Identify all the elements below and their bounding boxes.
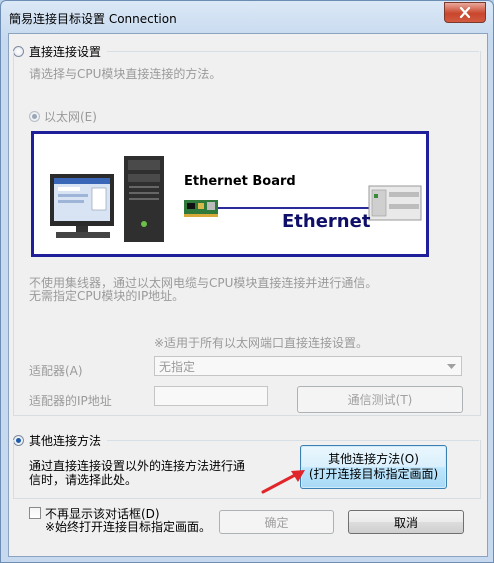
ip-address-field[interactable] <box>154 386 268 406</box>
network-card-icon <box>184 200 218 217</box>
dialog-window: 簡易连接目标设置 Connection 直接连接设置 请选择与CPU模块直接连接… <box>0 0 494 563</box>
dont-show-note: ※始终打开连接目标指定画面。 <box>45 520 212 534</box>
dropdown-arrow-icon <box>447 364 456 369</box>
adapter-select[interactable]: 无指定 <box>154 356 462 376</box>
other-desc-line2: 信时，请选择此处。 <box>29 473 138 487</box>
connection-diagram: Ethernet Board Ethernet <box>31 131 429 257</box>
window-title: 簡易连接目标设置 Connection <box>9 12 177 26</box>
pc-icon <box>50 156 164 242</box>
close-icon <box>459 7 471 18</box>
communication-test-button[interactable]: 通信测试(T) <box>297 386 463 413</box>
ethernet-note: ※适用于所有以太网端口直接连接设置。 <box>154 336 369 350</box>
red-arrow-icon <box>261 470 305 494</box>
adapter-select-value: 无指定 <box>159 359 196 374</box>
ethernet-board-label: Ethernet Board <box>184 174 296 189</box>
plc-icon <box>368 185 422 221</box>
dialog-client: 直接连接设置 请选择与CPU模块直接连接的方法。 以太网(E) Ethernet… <box>8 33 488 557</box>
ok-button-label: 确定 <box>264 515 289 530</box>
ethernet-label: 以太网(E) <box>44 110 97 124</box>
dont-show-checkbox[interactable] <box>29 507 41 519</box>
close-button[interactable] <box>444 2 486 23</box>
ok-button[interactable]: 确定 <box>219 510 334 534</box>
direct-hint: 请选择与CPU模块直接连接的方法。 <box>29 67 222 81</box>
ip-address-label: 适配器的IP地址 <box>29 394 112 408</box>
other-connection-button-line1: 其他连接方法(O) <box>328 452 419 466</box>
ethernet-radio[interactable] <box>29 111 40 122</box>
adapter-label: 适配器(A) <box>29 364 83 378</box>
other-connection-button[interactable]: 其他连接方法(O) (打开连接目标指定画面) <box>300 445 447 489</box>
title-bar: 簡易连接目标设置 Connection <box>1 1 493 33</box>
other-connection-button-line2: (打开连接目标指定画面) <box>308 467 439 481</box>
cancel-button-label: 取消 <box>393 515 418 530</box>
cancel-button[interactable]: 取消 <box>348 510 464 534</box>
direct-desc-line2: 无需指定CPU模块的IP地址。 <box>29 289 185 303</box>
communication-test-label: 通信测试(T) <box>347 393 413 407</box>
ethernet-big-label: Ethernet <box>282 211 371 232</box>
